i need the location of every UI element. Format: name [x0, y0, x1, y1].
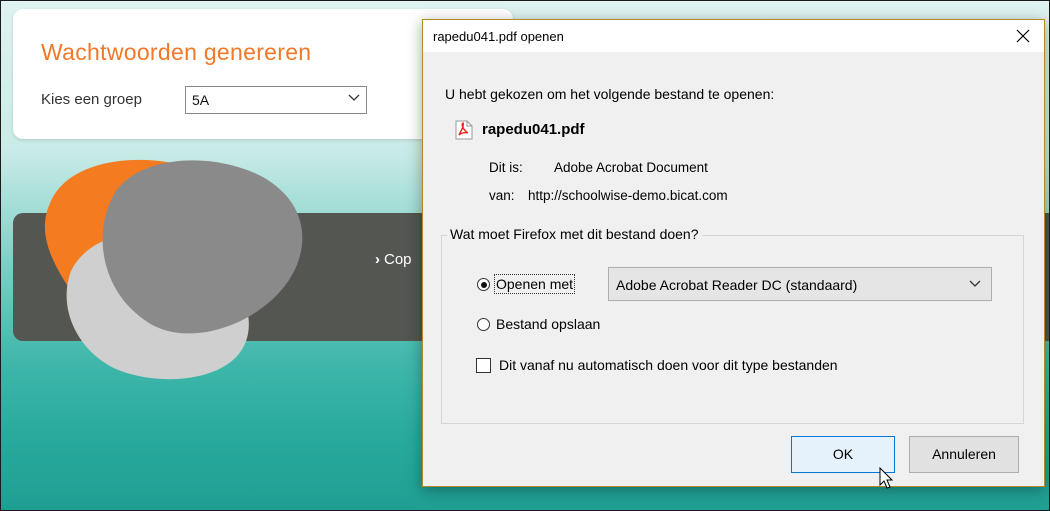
file-name: rapedu041.pdf	[482, 121, 585, 138]
chevron-right-icon: ›	[375, 251, 380, 268]
chevron-down-icon	[348, 94, 360, 101]
save-file-radio[interactable]	[477, 318, 490, 331]
pdf-file-icon	[455, 120, 473, 140]
group-label: Kies een groep	[41, 91, 142, 108]
close-icon	[1016, 29, 1030, 43]
browser-viewport: › Cop Wachtwoorden genereren Kies een gro…	[0, 0, 1050, 511]
action-question: Wat moet Firefox met dit bestand doen?	[447, 226, 702, 242]
dialog-title: rapedu041.pdf openen	[433, 29, 564, 44]
dialog-titlebar[interactable]: rapedu041.pdf openen	[423, 20, 1044, 52]
source-label: van:	[489, 188, 515, 203]
group-select-value: 5A	[192, 92, 210, 108]
application-select-value: Adobe Acrobat Reader DC (standaard)	[616, 277, 858, 293]
group-select[interactable]: 5A	[185, 86, 367, 114]
save-file-label[interactable]: Bestand opslaan	[496, 316, 600, 332]
mouse-cursor-icon	[879, 467, 894, 489]
auto-action-checkbox[interactable]	[476, 358, 491, 373]
auto-action-label[interactable]: Dit vanaf nu automatisch doen voor dit t…	[499, 357, 838, 373]
open-with-radio[interactable]	[477, 278, 490, 291]
logo-shapes	[44, 159, 303, 380]
open-file-dialog: rapedu041.pdf openen U hebt gekozen om h…	[422, 19, 1045, 489]
chevron-down-icon	[969, 280, 981, 287]
file-type-label: Dit is:	[489, 160, 523, 175]
dialog-intro: U hebt gekozen om het volgende bestand t…	[445, 86, 775, 102]
close-button[interactable]	[1002, 20, 1044, 52]
page-title: Wachtwoorden genereren	[41, 39, 312, 65]
application-select[interactable]: Adobe Acrobat Reader DC (standaard)	[608, 267, 992, 301]
cancel-button[interactable]: Annuleren	[909, 436, 1019, 473]
banner-link-label: Cop	[384, 251, 412, 268]
banner-link[interactable]: › Cop	[375, 251, 412, 268]
logo-dark-gray-shape	[102, 160, 303, 334]
file-type-value: Adobe Acrobat Document	[554, 160, 708, 175]
source-value: http://schoolwise-demo.bicat.com	[528, 188, 728, 203]
open-with-label[interactable]: Openen met	[493, 274, 576, 294]
